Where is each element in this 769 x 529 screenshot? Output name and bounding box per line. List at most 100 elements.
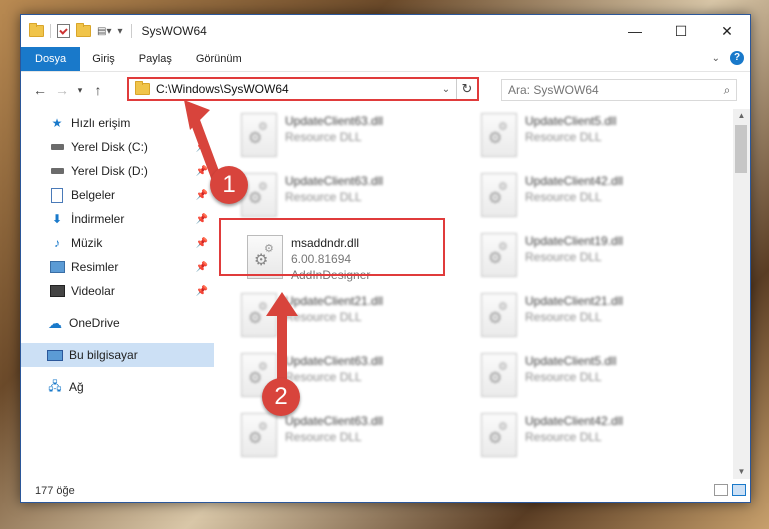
new-folder-icon[interactable] xyxy=(76,23,91,37)
file-description: AddInDesigner xyxy=(291,268,371,282)
close-button[interactable]: ✕ xyxy=(704,15,750,47)
address-path[interactable]: C:\Windows\SysWOW64 xyxy=(156,82,436,96)
back-icon[interactable]: ← xyxy=(29,82,51,98)
file-item[interactable]: UpdateClient42.dll Resource DLL xyxy=(481,413,701,463)
sidebar-item-label: Yerel Disk (D:) xyxy=(71,164,148,178)
file-version: 6.00.81694 xyxy=(291,252,352,266)
sidebar-item-disk-d[interactable]: Yerel Disk (D:) 📌 xyxy=(21,159,214,183)
sidebar-item-label: Belgeler xyxy=(71,188,116,202)
sidebar-item-label: Bu bilgisayar xyxy=(69,348,138,362)
forward-icon[interactable]: → xyxy=(51,82,73,98)
file-name: UpdateClient42.dll xyxy=(525,414,624,428)
file-type: Resource DLL xyxy=(285,190,362,204)
tab-dosya[interactable]: Dosya xyxy=(21,47,81,71)
sidebar-item-onedrive[interactable]: ☁ OneDrive xyxy=(21,311,214,335)
sidebar-item-this-pc[interactable]: Bu bilgisayar xyxy=(21,343,214,367)
downloads-icon: ⬇ xyxy=(51,212,63,226)
recent-locations-icon[interactable]: ▾ xyxy=(73,85,87,96)
pin-icon[interactable]: 📌 xyxy=(196,214,208,225)
search-box[interactable]: ⌕ xyxy=(501,79,737,101)
sidebar-item-downloads[interactable]: ⬇ İndirmeler 📌 xyxy=(21,207,214,231)
pin-icon[interactable]: 📌 xyxy=(196,262,208,273)
status-bar: 177 öğe xyxy=(21,480,750,502)
file-item[interactable]: UpdateClient63.dll Resource DLL xyxy=(241,173,461,223)
file-item[interactable]: UpdateClient21.dll Resource DLL xyxy=(241,293,461,343)
pin-icon[interactable]: 📌 xyxy=(196,286,208,297)
videos-icon xyxy=(49,284,65,298)
sidebar-item-documents[interactable]: Belgeler 📌 xyxy=(21,183,214,207)
scroll-up-icon[interactable]: ▲ xyxy=(733,109,750,123)
navigation-bar: ← → ▾ ↑ C:\Windows\SysWOW64 ⌄ ↻ ⌕ xyxy=(21,72,750,108)
file-item[interactable]: UpdateClient5.dll Resource DLL xyxy=(481,353,701,403)
file-item[interactable]: UpdateClient42.dll Resource DLL xyxy=(481,173,701,223)
ribbon-tabs: Dosya Giriş Paylaş Görünüm ⌄ ? xyxy=(21,47,750,72)
pin-icon[interactable]: 📌 xyxy=(196,190,208,201)
pin-icon[interactable]: 📌 xyxy=(196,142,208,153)
search-input[interactable] xyxy=(502,82,718,98)
explorer-window: ▤▾ ▾ SysWOW64 — ☐ ✕ Dosya Giriş Paylaş G… xyxy=(20,14,751,503)
dll-file-icon xyxy=(481,173,517,217)
dll-file-icon xyxy=(481,113,517,157)
drive-icon xyxy=(49,164,65,178)
file-type: Resource DLL xyxy=(525,190,602,204)
star-icon: ★ xyxy=(51,116,63,130)
file-name: UpdateClient5.dll xyxy=(525,354,617,368)
sidebar-item-label: Hızlı erişim xyxy=(71,116,131,130)
scroll-thumb[interactable] xyxy=(735,125,747,173)
file-type: Resource DLL xyxy=(525,130,602,144)
address-dropdown-icon[interactable]: ⌄ xyxy=(436,84,456,95)
help-icon[interactable]: ? xyxy=(730,51,744,65)
vertical-scrollbar[interactable]: ▲ ▼ xyxy=(733,109,750,479)
file-type: Resource DLL xyxy=(285,430,362,444)
details-view-icon[interactable] xyxy=(714,484,728,496)
expand-ribbon-icon[interactable]: ⌄ xyxy=(712,53,720,64)
sidebar-item-videos[interactable]: Videolar 📌 xyxy=(21,279,214,303)
view-buttons xyxy=(714,484,746,496)
file-item[interactable]: UpdateClient63.dll Resource DLL xyxy=(241,413,461,463)
file-name: UpdateClient5.dll xyxy=(525,114,617,128)
file-item[interactable]: UpdateClient21.dll Resource DLL xyxy=(481,293,701,343)
file-type: Resource DLL xyxy=(285,310,362,324)
dll-file-icon xyxy=(247,235,283,279)
maximize-button[interactable]: ☐ xyxy=(658,15,704,47)
drive-icon xyxy=(49,140,65,154)
file-item-msaddndr[interactable]: msaddndr.dll 6.00.81694 AddInDesigner xyxy=(247,235,467,285)
file-item[interactable]: UpdateClient19.dll Resource DLL xyxy=(481,233,701,283)
large-icons-view-icon[interactable] xyxy=(732,484,746,496)
sidebar-item-disk-c[interactable]: Yerel Disk (C:) 📌 xyxy=(21,135,214,159)
sidebar-item-music[interactable]: ♪ Müzik 📌 xyxy=(21,231,214,255)
sidebar-item-quick-access[interactable]: ★ Hızlı erişim xyxy=(21,111,214,135)
refresh-icon[interactable]: ↻ xyxy=(456,79,477,99)
pin-icon[interactable]: 📌 xyxy=(196,166,208,177)
dll-file-icon xyxy=(481,233,517,277)
properties-icon[interactable] xyxy=(57,24,70,38)
address-bar[interactable]: C:\Windows\SysWOW64 ⌄ ↻ xyxy=(127,77,479,101)
file-name: UpdateClient21.dll xyxy=(525,294,624,308)
sidebar-item-label: Müzik xyxy=(71,236,103,250)
search-icon[interactable]: ⌕ xyxy=(718,83,736,98)
pin-icon[interactable]: 📌 xyxy=(196,238,208,249)
sidebar-item-pictures[interactable]: Resimler 📌 xyxy=(21,255,214,279)
up-icon[interactable]: ↑ xyxy=(87,82,109,98)
computer-icon xyxy=(47,348,63,362)
tab-paylas[interactable]: Paylaş xyxy=(127,47,184,71)
file-name: msaddndr.dll xyxy=(291,236,360,250)
minimize-button[interactable]: — xyxy=(612,15,658,47)
annotation-badge-1: 1 xyxy=(210,166,248,204)
toolbar-dropdown-icon[interactable]: ▾ xyxy=(117,26,122,37)
customize-toolbar-icon[interactable]: ▤▾ xyxy=(97,26,111,37)
folder-icon[interactable] xyxy=(29,23,44,37)
sidebar-item-network[interactable]: 🖧 Ağ xyxy=(21,375,214,399)
tab-giris[interactable]: Giriş xyxy=(80,47,127,71)
pictures-icon xyxy=(49,260,65,274)
file-item[interactable]: UpdateClient5.dll Resource DLL xyxy=(481,113,701,163)
dll-file-icon xyxy=(481,293,517,337)
file-name: UpdateClient21.dll xyxy=(285,294,384,308)
scroll-down-icon[interactable]: ▼ xyxy=(733,465,750,479)
tab-gorunum[interactable]: Görünüm xyxy=(184,47,254,71)
sidebar-item-label: İndirmeler xyxy=(71,212,125,226)
file-item[interactable]: UpdateClient63.dll Resource DLL xyxy=(241,113,461,163)
dll-file-icon xyxy=(241,293,277,337)
navigation-pane: ★ Hızlı erişim Yerel Disk (C:) 📌 Yerel D… xyxy=(21,109,214,473)
file-type: Resource DLL xyxy=(525,370,602,384)
